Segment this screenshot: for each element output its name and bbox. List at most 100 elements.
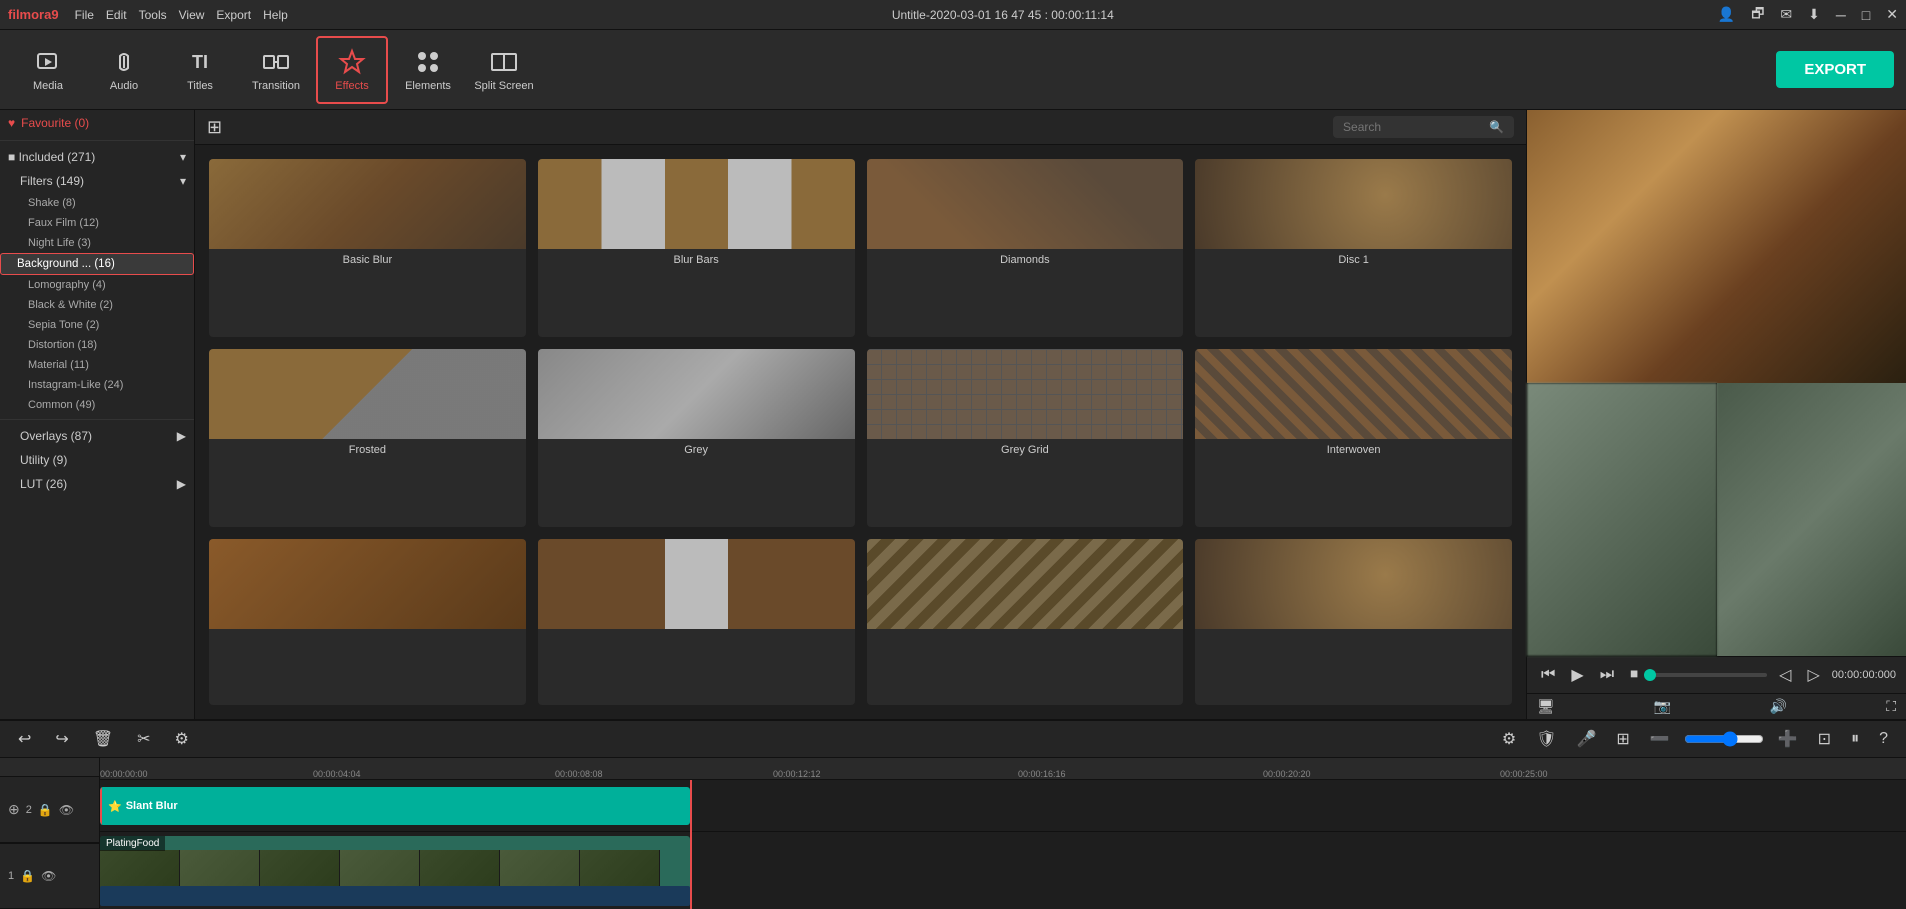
play-button[interactable]: ▶ (1567, 663, 1587, 687)
audio-button[interactable]: Audio (88, 36, 160, 104)
lut-section[interactable]: LUT (26) ▶ (0, 472, 194, 496)
window-controls[interactable]: 👤 🗗 ✉ ⬇ ─ □ ✕ (1718, 3, 1898, 27)
sidebar-item-distortion[interactable]: Distortion (18) (0, 335, 194, 355)
preview-controls[interactable]: ⏮ ▶ ⏭ ⏹ ◁ ▷ 00:00:00:000 (1527, 656, 1906, 693)
menu-view[interactable]: View (179, 8, 205, 22)
sidebar-item-material[interactable]: Material (11) (0, 355, 194, 375)
track-label-2[interactable]: ⊕ 2 🔒 👁 (0, 777, 99, 843)
menu-file[interactable]: File (75, 8, 94, 22)
screen-size-button[interactable]: 🖥 (1537, 698, 1555, 715)
export-button[interactable]: EXPORT (1776, 51, 1894, 88)
user-icon[interactable]: 👤 (1718, 6, 1735, 23)
next-frame-button[interactable]: ▷ (1803, 663, 1823, 687)
grid-view-button[interactable]: ⊞ (207, 117, 222, 138)
media-button[interactable]: Media (12, 36, 84, 104)
delete-button[interactable]: 🗑 (87, 727, 119, 751)
sidebar-item-background[interactable]: Background ... (16) (0, 253, 194, 275)
filters-section[interactable]: Filters (149) ▾ (0, 169, 194, 193)
undo-button[interactable]: ↩ (12, 727, 37, 751)
fullscreen-button[interactable]: ⛶ (1886, 698, 1896, 715)
detach-button[interactable]: ⊞ (1610, 727, 1635, 751)
sidebar-item-faux-film[interactable]: Faux Film (12) (0, 213, 194, 233)
redo-button[interactable]: ↪ (49, 727, 74, 751)
pause-button[interactable]: ⏸ (1845, 728, 1865, 750)
effect-card-r3c[interactable] (867, 539, 1184, 705)
zoom-out-button[interactable]: ➖ (1644, 727, 1676, 751)
add-clip-icon[interactable]: ⊕ (8, 801, 20, 818)
sidebar-item-instagram[interactable]: Instagram-Like (24) (0, 375, 194, 395)
cut-button[interactable]: ✂ (131, 727, 156, 751)
effect-thumb-r3b (538, 539, 855, 629)
effect-card-diamonds[interactable]: Diamonds (867, 159, 1184, 337)
maximize-btn[interactable]: □ (1862, 7, 1870, 23)
help-button[interactable]: ? (1873, 728, 1894, 750)
sidebar-item-black-white[interactable]: Black & White (2) (0, 295, 194, 315)
sidebar-item-common[interactable]: Common (49) (0, 395, 194, 415)
effect-card-r3d[interactable] (1195, 539, 1512, 705)
effect-card-basic-blur[interactable]: Basic Blur (209, 159, 526, 337)
sidebar-item-night-life[interactable]: Night Life (3) (0, 233, 194, 253)
overlays-section[interactable]: Overlays (87) ▶ (0, 424, 194, 448)
track-lock-icon-2[interactable]: 🔒 (38, 803, 53, 817)
stop-button[interactable]: ⏹ (1626, 664, 1642, 686)
settings2-button[interactable]: ⚙ (1496, 727, 1522, 751)
minimize-btn[interactable]: ─ (1836, 7, 1846, 23)
snapshot-button[interactable]: 📷 (1654, 698, 1671, 715)
effects-button[interactable]: Effects (316, 36, 388, 104)
download-icon[interactable]: ⬇ (1808, 6, 1820, 23)
progress-bar-container[interactable] (1650, 673, 1767, 677)
sidebar-item-lomography[interactable]: Lomography (4) (0, 275, 194, 295)
split-screen-button[interactable]: Split Screen (468, 36, 540, 104)
menu-tools[interactable]: Tools (139, 8, 167, 22)
utility-section[interactable]: Utility (9) (0, 448, 194, 472)
settings-button[interactable]: ⚙ (169, 727, 195, 751)
zoom-in-button[interactable]: ➕ (1772, 727, 1804, 751)
shield-button[interactable]: 🛡 (1530, 727, 1562, 751)
effect-card-blur-bars[interactable]: Blur Bars (538, 159, 855, 337)
preview-footer[interactable]: 🖥 📷 🔊 ⛶ (1527, 693, 1906, 719)
go-start-button[interactable]: ⏮ (1537, 664, 1559, 686)
sidebar-item-sepia-tone[interactable]: Sepia Tone (2) (0, 315, 194, 335)
fit-button[interactable]: ⊡ (1812, 727, 1837, 751)
playhead[interactable] (690, 780, 692, 909)
audio-clip[interactable] (100, 886, 690, 906)
menu-edit[interactable]: Edit (106, 8, 127, 22)
search-box[interactable]: 🔍 (1333, 116, 1514, 138)
volume-button[interactable]: 🔊 (1770, 698, 1787, 715)
search-input[interactable] (1343, 120, 1483, 134)
mic-button[interactable]: 🎤 (1571, 727, 1603, 751)
sync-icon[interactable]: 🗗 (1751, 3, 1764, 27)
track-eye-icon-2[interactable]: 👁 (59, 803, 74, 817)
prev-frame-button[interactable]: ◁ (1775, 663, 1795, 687)
media-icon (34, 48, 62, 76)
track-eye-icon-1[interactable]: 👁 (41, 869, 56, 883)
menu-export[interactable]: Export (216, 8, 251, 22)
timeline-right-controls[interactable]: ⚙ 🛡 🎤 ⊞ ➖ ➕ ⊡ ⏸ ? (1496, 727, 1894, 751)
track-label-1[interactable]: 1 🔒 👁 (0, 843, 99, 909)
timeline-toolbar[interactable]: ↩ ↪ 🗑 ✂ ⚙ ⚙ 🛡 🎤 ⊞ ➖ ➕ ⊡ ⏸ ? (0, 721, 1906, 758)
effect-card-frosted[interactable]: Frosted (209, 349, 526, 527)
effect-card-grey[interactable]: Grey (538, 349, 855, 527)
transition-button[interactable]: Transition (240, 36, 312, 104)
go-end-button[interactable]: ⏭ (1596, 664, 1618, 686)
effect-card-grey-grid[interactable]: Grey Grid (867, 349, 1184, 527)
zoom-slider[interactable] (1684, 731, 1764, 747)
menu-help[interactable]: Help (263, 8, 288, 22)
effect-card-r3b[interactable] (538, 539, 855, 705)
effect-card-disc-1[interactable]: Disc 1 (1195, 159, 1512, 337)
progress-dot[interactable] (1644, 669, 1656, 681)
included-section[interactable]: ■ Included (271) ▾ (0, 145, 194, 169)
track-lock-icon-1[interactable]: 🔒 (20, 869, 35, 883)
menu-bar[interactable]: File Edit Tools View Export Help (75, 8, 288, 22)
titles-button[interactable]: TI Titles (164, 36, 236, 104)
mail-icon[interactable]: ✉ (1780, 6, 1792, 23)
effect-clip[interactable]: ⭐ Slant Blur (100, 787, 690, 825)
sidebar-item-shake[interactable]: Shake (8) (0, 193, 194, 213)
effect-card-interwoven[interactable]: Interwoven (1195, 349, 1512, 527)
ruler-spacer (0, 758, 99, 777)
timeline-ruler[interactable]: 00:00:00:00 00:00:04:04 00:00:08:08 00:0… (100, 758, 1906, 780)
favourite-section[interactable]: ♥ Favourite (0) (0, 110, 194, 136)
close-btn[interactable]: ✕ (1886, 6, 1898, 23)
effect-card-r3a[interactable] (209, 539, 526, 705)
elements-button[interactable]: Elements (392, 36, 464, 104)
